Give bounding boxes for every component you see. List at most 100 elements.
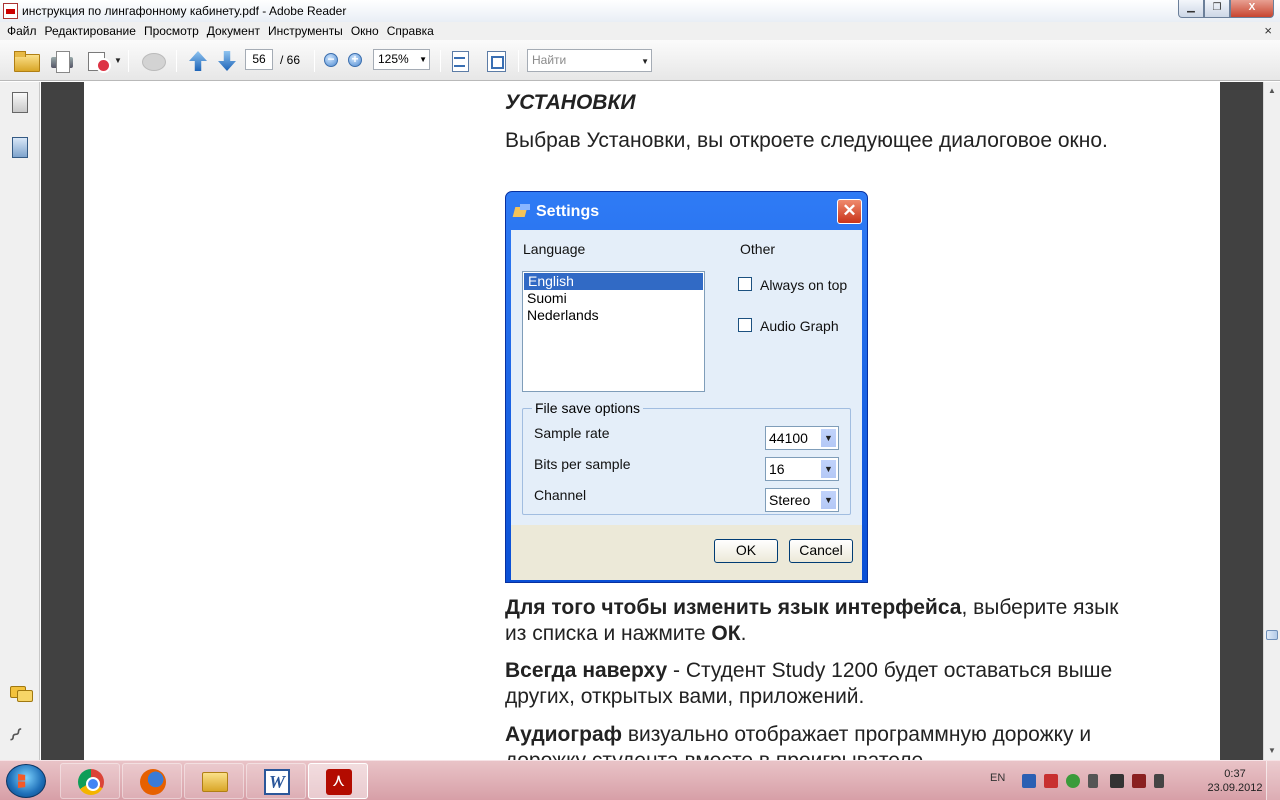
menu-tools[interactable]: Инструменты	[267, 24, 349, 38]
print-icon[interactable]	[50, 49, 74, 73]
open-folder-icon[interactable]	[13, 49, 40, 73]
find-input[interactable]: Найти ▼	[527, 49, 652, 72]
comments-panel-icon[interactable]	[10, 684, 33, 706]
pdf-page: УСТАНОВКИ Выбрав Установки, вы откроете …	[84, 82, 1220, 760]
menu-view[interactable]: Просмотр	[143, 24, 205, 38]
always-on-top-label: Always on top	[760, 277, 848, 293]
paragraph-ontop-bold: Всегда наверху	[505, 659, 668, 682]
next-page-icon[interactable]	[215, 49, 239, 73]
intro-paragraph: Выбрав Установки, вы откроете следующее …	[505, 129, 1108, 152]
maximize-button[interactable]: ❐	[1204, 0, 1230, 18]
always-on-top-checkbox	[738, 277, 752, 291]
document-heading: УСТАНОВКИ	[505, 91, 636, 114]
chrome-icon	[78, 769, 104, 795]
language-indicator[interactable]: EN	[990, 772, 1005, 784]
update-icon[interactable]	[1066, 774, 1080, 788]
language-label: Language	[523, 241, 586, 257]
clock[interactable]: 0:37 23.09.2012	[1200, 767, 1270, 795]
windows-start-icon[interactable]	[6, 764, 46, 798]
chevron-down-icon[interactable]: ▼	[641, 51, 649, 72]
sample-rate-label: Sample rate	[534, 425, 610, 441]
show-desktop-button[interactable]	[1266, 761, 1280, 800]
toolbar-divider	[518, 50, 519, 72]
document-viewport[interactable]: УСТАНОВКИ Выбрав Установки, вы откроете …	[41, 82, 1263, 760]
toolbar-divider	[176, 50, 177, 72]
taskbar-explorer[interactable]	[184, 763, 244, 799]
toolbar-divider	[314, 50, 315, 72]
zoom-select[interactable]: 125% ▼	[373, 49, 430, 70]
collaborate-icon	[140, 49, 166, 73]
action-center-flag-icon[interactable]	[1088, 774, 1098, 788]
share-icon[interactable]	[86, 49, 111, 73]
device-icon[interactable]	[1110, 774, 1124, 788]
menu-document[interactable]: Документ	[206, 24, 266, 38]
dialog-title: Settings	[536, 203, 600, 220]
scroll-up-icon[interactable]: ▲	[1268, 86, 1276, 95]
file-save-options-group: File save options Sample rate 44100 ▼ Bi…	[522, 400, 851, 515]
navigation-pane: ⌇	[0, 82, 40, 760]
fit-page-icon[interactable]	[450, 49, 470, 73]
bookmarks-panel-icon[interactable]	[10, 137, 28, 159]
page-total: / 66	[280, 53, 301, 67]
paragraph-audio-bold: Аудиограф	[505, 723, 623, 746]
toolbar-divider	[440, 50, 441, 72]
taskbar-word[interactable]: W	[246, 763, 306, 799]
ok-button: OK	[714, 539, 778, 563]
pages-panel-icon[interactable]	[10, 92, 28, 114]
sample-rate-value: 44100	[769, 430, 808, 446]
clock-date: 23.09.2012	[1207, 782, 1263, 794]
menu-edit[interactable]: Редактирование	[44, 24, 142, 38]
scroll-thumb[interactable]	[1266, 630, 1278, 640]
antivirus-icon[interactable]	[1044, 774, 1058, 788]
list-item: Suomi	[527, 290, 567, 306]
volume-icon[interactable]	[1154, 774, 1164, 788]
chevron-down-icon: ▼	[820, 459, 837, 479]
find-placeholder: Найти	[532, 53, 567, 67]
menu-file[interactable]: Файл	[6, 24, 43, 38]
scroll-down-icon[interactable]: ▼	[1268, 746, 1276, 755]
taskbar: W EN 0:37 23.09.2012	[0, 760, 1280, 800]
paragraph-always-on-top: Всегда наверху - Студент Study 1200 буде…	[505, 658, 1145, 710]
network-monitor-icon[interactable]	[1022, 774, 1036, 788]
paragraph-audio-graph: Аудиограф визуально отображает программн…	[505, 722, 1145, 760]
bits-per-sample-value: 16	[769, 461, 785, 477]
close-document-icon[interactable]: ×	[1264, 23, 1272, 38]
window-controls: ▁ ❐ X	[1178, 0, 1274, 18]
menu-help[interactable]: Справка	[386, 24, 440, 38]
list-item: English	[524, 273, 703, 290]
other-label: Other	[740, 241, 776, 257]
close-button[interactable]: X	[1230, 0, 1274, 18]
paragraph-language: Для того чтобы изменить язык интерфейса,…	[505, 595, 1145, 647]
audio-graph-label: Audio Graph	[760, 318, 839, 334]
firefox-icon	[140, 769, 166, 795]
vertical-scrollbar[interactable]: ▲ ▼	[1263, 82, 1280, 760]
taskbar-adobe-reader[interactable]	[308, 763, 368, 799]
sample-rate-select: 44100 ▼	[765, 426, 839, 450]
network-icon[interactable]	[1132, 774, 1146, 788]
minimize-button[interactable]: ▁	[1178, 0, 1204, 18]
taskbar-chrome[interactable]	[60, 763, 120, 799]
share-dropdown-icon[interactable]: ▼	[114, 56, 122, 65]
audio-graph-checkbox	[738, 318, 752, 332]
channel-value: Stereo	[769, 492, 811, 508]
fit-width-icon[interactable]	[485, 49, 507, 73]
previous-page-icon[interactable]	[186, 49, 210, 73]
bits-per-sample-label: Bits per sample	[534, 456, 631, 472]
list-item: Nederlands	[527, 307, 599, 323]
chevron-down-icon: ▼	[820, 490, 837, 510]
paragraph-language-bold: Для того чтобы изменить язык интерфейса	[505, 596, 962, 619]
bits-per-sample-select: 16 ▼	[765, 457, 839, 481]
settings-dialog-image: Settings ✕ Language Other English Suomi …	[505, 191, 868, 583]
attachment-icon[interactable]: ⌇	[3, 723, 33, 751]
page-number-input[interactable]: 56	[245, 49, 273, 70]
channel-select: Stereo ▼	[765, 488, 839, 512]
taskbar-firefox[interactable]	[122, 763, 182, 799]
zoom-out-icon[interactable]: −	[324, 53, 338, 67]
adobe-reader-icon[interactable]	[3, 3, 18, 19]
zoom-in-icon[interactable]: +	[348, 53, 362, 67]
clock-time: 0:37	[1224, 768, 1246, 780]
word-icon: W	[264, 769, 290, 795]
menu-window[interactable]: Окно	[350, 24, 385, 38]
toolbar-divider	[128, 50, 129, 72]
folder-icon	[202, 772, 228, 792]
